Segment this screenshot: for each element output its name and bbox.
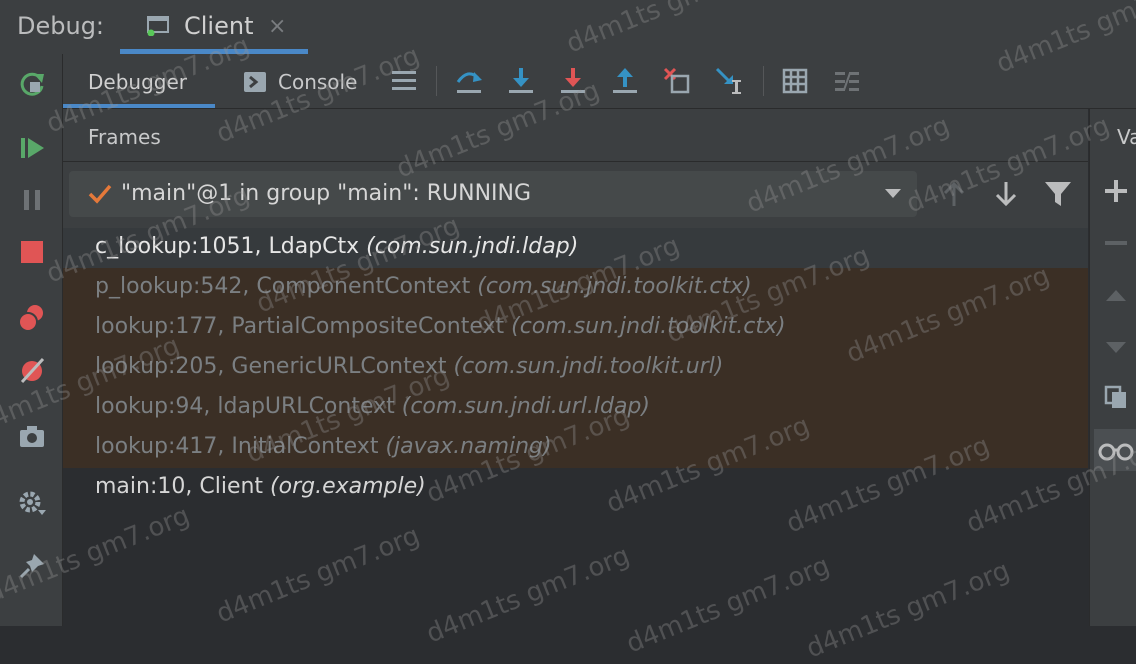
pause-program-icon[interactable] bbox=[16, 184, 48, 216]
frame-row[interactable]: main:10, Client (org.example) bbox=[63, 468, 1088, 508]
frame-row[interactable]: lookup:177, PartialCompositeContext (com… bbox=[63, 308, 1088, 348]
frame-package: (org.example) bbox=[270, 474, 426, 499]
view-breakpoints-icon[interactable] bbox=[16, 302, 48, 334]
debug-left-toolbar bbox=[0, 54, 63, 626]
frame-package: (com.sun.jndi.ldap) bbox=[366, 234, 579, 259]
mute-breakpoints-icon[interactable] bbox=[16, 354, 48, 386]
rerun-icon[interactable] bbox=[16, 68, 48, 100]
step-over-icon[interactable] bbox=[454, 66, 484, 96]
frame-package: (com.sun.jndi.url.ldap) bbox=[401, 394, 650, 419]
tab-active-indicator bbox=[63, 104, 215, 108]
camera-icon[interactable] bbox=[16, 420, 48, 452]
chevron-down-icon bbox=[885, 189, 901, 198]
tab-debugger-label: Debugger bbox=[88, 70, 187, 94]
next-frame-icon[interactable] bbox=[989, 176, 1023, 212]
move-up-icon[interactable] bbox=[1102, 281, 1130, 309]
thread-dropdown-value: "main"@1 in group "main": RUNNING bbox=[121, 181, 532, 206]
toolbar-separator bbox=[763, 66, 764, 96]
thread-selector-row: "main"@1 in group "main": RUNNING bbox=[63, 162, 1088, 228]
copy-icon[interactable] bbox=[1102, 383, 1130, 411]
frame-package: (com.sun.jndi.toolkit.ctx) bbox=[511, 314, 786, 339]
frame-method: lookup:177, PartialCompositeContext bbox=[95, 314, 512, 339]
frame-method: lookup:417, InitialContext bbox=[95, 434, 386, 459]
filter-icon[interactable] bbox=[1041, 176, 1075, 212]
glasses-icon bbox=[1098, 443, 1134, 461]
variables-title: Va bbox=[1117, 125, 1136, 149]
variables-panel: Va bbox=[1089, 109, 1136, 626]
pin-icon[interactable] bbox=[16, 550, 48, 582]
checkmark-icon bbox=[88, 184, 112, 204]
tab-client-label: Client bbox=[184, 12, 254, 40]
settings-gear-icon[interactable] bbox=[16, 486, 48, 518]
thread-dropdown[interactable]: "main"@1 in group "main": RUNNING bbox=[69, 171, 917, 217]
frame-row[interactable]: c_lookup:1051, LdapCtx (com.sun.jndi.lda… bbox=[63, 228, 1088, 268]
evaluate-expression-icon[interactable] bbox=[780, 66, 810, 96]
frame-method: lookup:94, ldapURLContext bbox=[95, 394, 402, 419]
add-icon[interactable] bbox=[1102, 177, 1130, 205]
run-to-cursor-icon[interactable] bbox=[714, 66, 744, 96]
tab-client[interactable]: Client × bbox=[120, 0, 308, 54]
frames-header: Frames bbox=[63, 109, 1088, 162]
close-icon[interactable]: × bbox=[268, 14, 286, 39]
frames-title: Frames bbox=[88, 125, 161, 149]
frame-row[interactable]: lookup:417, InitialContext (javax.naming… bbox=[63, 428, 1088, 468]
frame-method: p_lookup:542, ComponentContext bbox=[95, 274, 478, 299]
debugger-toolbar: Debugger Console bbox=[63, 54, 1136, 109]
debug-label: Debug: bbox=[17, 12, 105, 40]
frame-method: lookup:205, GenericURLContext bbox=[95, 354, 454, 379]
frame-method: main:10, Client bbox=[95, 474, 271, 499]
step-into-icon[interactable] bbox=[506, 66, 536, 96]
tab-console-label: Console bbox=[278, 70, 358, 94]
drop-frame-icon[interactable] bbox=[662, 66, 692, 96]
frame-method: c_lookup:1051, LdapCtx bbox=[95, 234, 367, 259]
resume-program-icon[interactable] bbox=[16, 132, 48, 164]
trace-current-stream-icon[interactable] bbox=[832, 66, 862, 96]
move-down-icon[interactable] bbox=[1102, 333, 1130, 361]
frame-package: (com.sun.jndi.toolkit.url) bbox=[453, 354, 724, 379]
application-window-icon bbox=[147, 16, 169, 36]
frame-row[interactable]: lookup:94, ldapURLContext (com.sun.jndi.… bbox=[63, 388, 1088, 428]
frame-row[interactable]: p_lookup:542, ComponentContext (com.sun.… bbox=[63, 268, 1088, 308]
console-icon bbox=[244, 72, 266, 92]
watches-toggle-button[interactable] bbox=[1094, 429, 1136, 471]
previous-frame-icon[interactable] bbox=[937, 176, 971, 212]
stop-icon[interactable] bbox=[16, 236, 48, 268]
frame-package: (javax.naming) bbox=[385, 434, 552, 459]
remove-icon[interactable] bbox=[1102, 229, 1130, 257]
frame-row[interactable]: lookup:205, GenericURLContext (com.sun.j… bbox=[63, 348, 1088, 388]
force-step-into-icon[interactable] bbox=[558, 66, 588, 96]
frame-package: (com.sun.jndi.toolkit.ctx) bbox=[477, 274, 752, 299]
tab-debugger[interactable]: Debugger bbox=[63, 54, 215, 108]
menu-lines-icon[interactable] bbox=[389, 66, 419, 96]
toolbar-separator bbox=[436, 66, 437, 96]
step-out-icon[interactable] bbox=[610, 66, 640, 96]
